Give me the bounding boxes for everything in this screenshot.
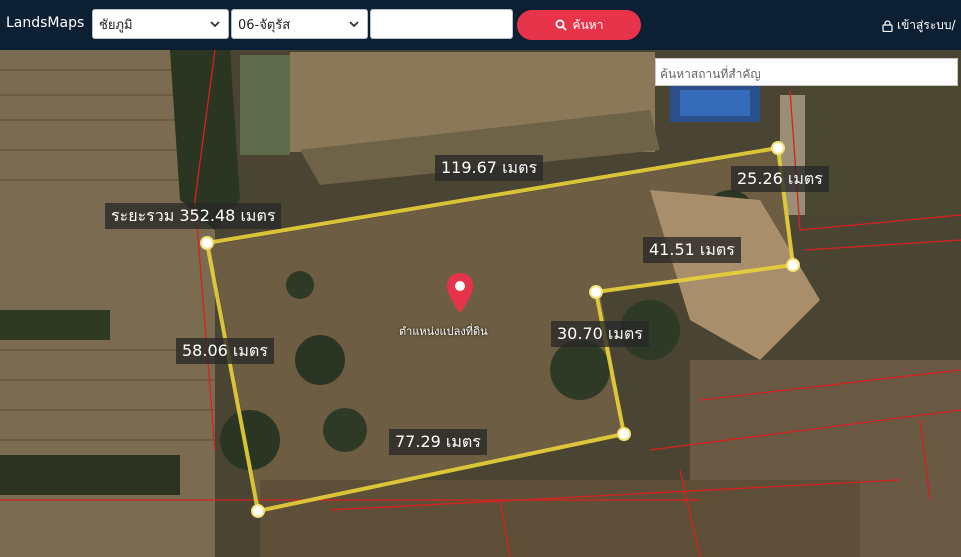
measure-vertex[interactable] — [589, 285, 603, 299]
search-button-label: ค้นหา — [572, 17, 604, 32]
segment-label-left: 58.06 เมตร — [176, 338, 274, 364]
search-icon — [555, 19, 567, 31]
segment-label-right-upper: 25.26 เมตร — [731, 166, 829, 192]
login-label: เข้าสู่ระบบ/ — [897, 18, 956, 32]
measure-vertex[interactable] — [200, 236, 214, 250]
brand-logo[interactable]: LandsMaps — [6, 15, 84, 31]
top-navigation-bar: LandsMaps ชัยภูมิ 06-จัตุรัส ค้นหา เข้าส… — [0, 0, 961, 50]
total-distance-label: ระยะรวม 352.48 เมตร — [105, 203, 282, 229]
measurement-polygon — [205, 146, 795, 513]
place-search-input[interactable]: ค้นหาสถานที่สำคัญ — [655, 58, 958, 86]
measure-vertex[interactable] — [251, 504, 265, 518]
measure-vertex[interactable] — [771, 141, 785, 155]
district-select[interactable]: 06-จัตุรัส — [231, 9, 368, 39]
segment-label-step: 41.51 เมตร — [643, 237, 741, 263]
search-button[interactable]: ค้นหา — [517, 10, 641, 40]
lock-icon — [882, 19, 893, 32]
measure-vertex[interactable] — [786, 258, 800, 272]
measure-vertex[interactable] — [617, 427, 631, 441]
province-select-value: ชัยภูมิ — [99, 17, 133, 33]
district-select-value: 06-จัตุรัส — [238, 17, 291, 33]
segment-label-bottom: 77.29 เมตร — [389, 429, 487, 455]
location-pin-icon[interactable] — [444, 271, 476, 315]
segment-label-top: 119.67 เมตร — [435, 155, 544, 181]
province-select[interactable]: ชัยภูมิ — [92, 9, 229, 39]
chevron-down-icon — [349, 21, 359, 28]
chevron-down-icon — [210, 21, 220, 28]
login-link[interactable]: เข้าสู่ระบบ/ — [882, 16, 956, 35]
place-search-placeholder: ค้นหาสถานที่สำคัญ — [660, 67, 761, 81]
map-view[interactable] — [0, 50, 961, 557]
segment-label-inner-right: 30.70 เมตร — [551, 321, 649, 347]
parcel-number-input[interactable] — [370, 9, 513, 39]
pin-label: ตำแหน่งแปลงที่ดิน — [399, 325, 488, 338]
